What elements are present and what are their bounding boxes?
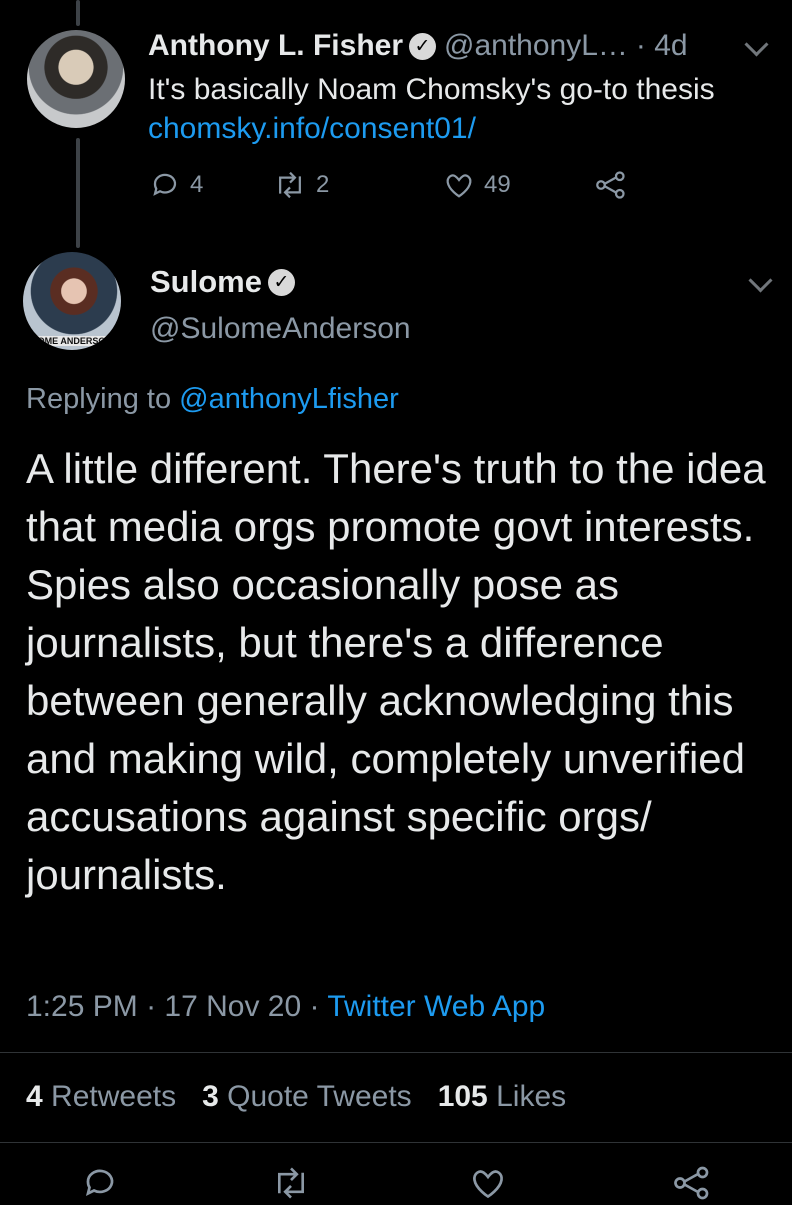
share-icon bbox=[596, 171, 625, 199]
author-name[interactable]: Anthony L. Fisher bbox=[148, 29, 403, 63]
avatar-caption: LOME ANDERSON bbox=[23, 336, 121, 346]
verified-badge-icon: ✓ bbox=[409, 32, 436, 60]
reply-tweet-text: It's basically Noam Chomsky's go-to thes… bbox=[148, 70, 748, 148]
like-count: 49 bbox=[484, 171, 511, 198]
likes-count: 105 bbox=[437, 1080, 488, 1113]
like-icon bbox=[446, 174, 472, 198]
chevron-down-icon[interactable] bbox=[748, 268, 773, 293]
likes-label: Likes bbox=[496, 1080, 567, 1113]
main-actions bbox=[0, 1165, 792, 1205]
share-icon[interactable] bbox=[672, 1165, 712, 1201]
retweet-count: 2 bbox=[316, 171, 330, 198]
retweet-action[interactable]: 2 bbox=[274, 170, 444, 200]
likes-stat[interactable]: 105 Likes bbox=[438, 1080, 566, 1114]
reply-icon bbox=[153, 173, 177, 196]
reply-link[interactable]: chomsky.info/consent01/ bbox=[148, 112, 476, 145]
retweet-icon[interactable] bbox=[272, 1165, 310, 1201]
tweet-date[interactable]: 17 Nov 20 bbox=[164, 990, 301, 1023]
quotes-count: 3 bbox=[202, 1080, 219, 1113]
reply-actions: 4 2 49 bbox=[150, 170, 638, 200]
quotes-stat[interactable]: 3 Quote Tweets bbox=[202, 1080, 412, 1114]
retweets-count: 4 bbox=[26, 1080, 43, 1113]
like-action[interactable]: 49 bbox=[444, 170, 594, 200]
avatar-anthony[interactable] bbox=[27, 30, 125, 128]
main-author-name[interactable]: Sulome bbox=[150, 264, 262, 300]
reply-tweet-header: Anthony L. Fisher ✓ @anthonyL… · 4d bbox=[148, 26, 762, 66]
divider bbox=[0, 1142, 792, 1143]
tweet-time[interactable]: · 4d bbox=[636, 29, 688, 63]
replying-handle-link[interactable]: @anthonyLfisher bbox=[179, 383, 399, 415]
thread-line-connector bbox=[76, 138, 80, 248]
avatar-sulome[interactable]: LOME ANDERSON bbox=[23, 252, 121, 350]
tweet-stats: 4 Retweets 3 Quote Tweets 105 Likes bbox=[26, 1080, 592, 1114]
reply-count: 4 bbox=[190, 171, 204, 198]
retweets-label: Retweets bbox=[51, 1080, 177, 1113]
reply-icon[interactable] bbox=[82, 1165, 118, 1201]
share-action[interactable] bbox=[594, 170, 638, 200]
thread-line-top bbox=[76, 0, 80, 26]
main-author-handle[interactable]: @SulomeAnderson bbox=[150, 312, 411, 346]
replying-prefix: Replying to bbox=[26, 383, 180, 415]
like-icon[interactable] bbox=[470, 1165, 506, 1201]
reply-text-body: It's basically Noam Chomsky's go-to thes… bbox=[148, 73, 715, 106]
main-author: Sulome ✓ bbox=[150, 264, 303, 300]
author-handle[interactable]: @anthonyL… bbox=[444, 29, 628, 63]
retweets-stat[interactable]: 4 Retweets bbox=[26, 1080, 176, 1114]
tweet-meta: 1:25 PM · 17 Nov 20 · Twitter Web App bbox=[26, 990, 545, 1024]
tweet-source[interactable]: Twitter Web App bbox=[327, 990, 545, 1023]
retweet-icon bbox=[279, 171, 301, 199]
meta-separator: · bbox=[309, 990, 320, 1023]
main-tweet-text: A little different. There's truth to the… bbox=[26, 445, 766, 898]
meta-separator: · bbox=[146, 990, 157, 1023]
quotes-label: Quote Tweets bbox=[227, 1080, 412, 1113]
divider bbox=[0, 1052, 792, 1053]
reply-action[interactable]: 4 bbox=[150, 170, 274, 200]
verified-badge-icon: ✓ bbox=[267, 268, 295, 296]
tweet-time[interactable]: 1:25 PM bbox=[26, 990, 138, 1023]
replying-to: Replying to @anthonyLfisher bbox=[26, 383, 399, 416]
